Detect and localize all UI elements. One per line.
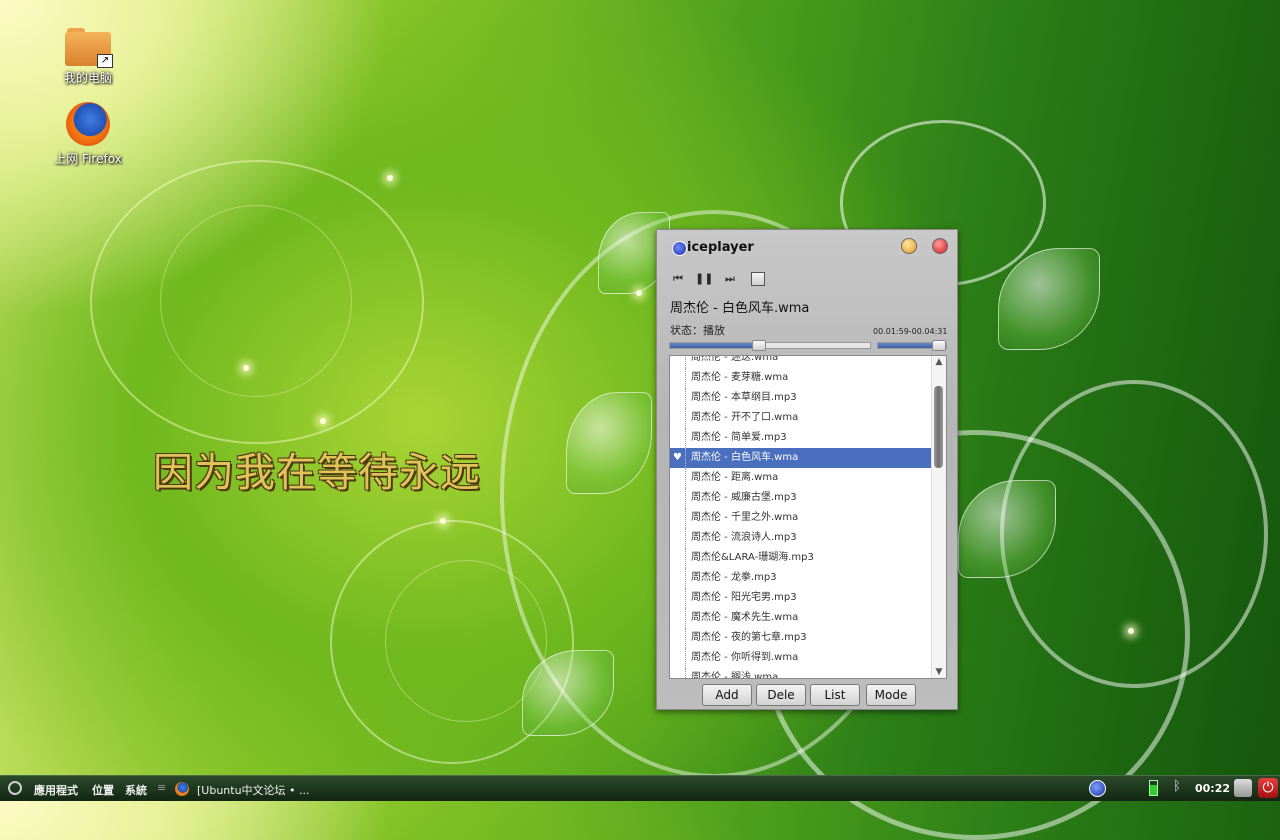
playlist-item-label: 周杰伦 - 夜的第七章.mp3: [691, 632, 807, 643]
decor-sparkle: [387, 175, 393, 181]
player-title: iceplayer: [687, 240, 754, 255]
menu-system[interactable]: 系統: [125, 782, 147, 798]
list-button[interactable]: List: [810, 684, 860, 706]
playlist-item[interactable]: 周杰伦 - 阳光宅男.mp3: [670, 588, 932, 608]
playlist-item-label: 周杰伦 - 本草纲目.mp3: [691, 392, 797, 403]
playlist-item-label: 周杰伦&LARA-珊瑚海.mp3: [691, 552, 814, 563]
seek-slider[interactable]: [669, 340, 871, 351]
playlist-item-label: 周杰伦 - 白色风车.wma: [691, 452, 799, 463]
menu-places[interactable]: 位置: [92, 782, 114, 798]
playlist-item[interactable]: 周杰伦 - 你听得到.wma: [670, 648, 932, 668]
volume-slider-handle[interactable]: [931, 340, 946, 351]
ubuntu-logo-icon[interactable]: [8, 781, 22, 795]
playlist-item-label: 周杰伦 - 迷迭.wma: [691, 355, 779, 363]
playlist-item-label: 周杰伦 - 阳光宅男.mp3: [691, 592, 797, 603]
scroll-up-arrow-icon[interactable]: ▲: [932, 356, 946, 368]
next-track-button[interactable]: ⏭: [721, 272, 739, 286]
playlist-item-label: 周杰伦 - 麦芽糖.wma: [691, 372, 789, 383]
now-playing-title: 周杰伦 - 白色风车.wma: [670, 301, 810, 316]
battery-icon[interactable]: [1149, 780, 1158, 796]
playlist-item[interactable]: 周杰伦 - 麦芽糖.wma: [670, 368, 932, 388]
desktop-icon-label: 我的电脑: [63, 71, 112, 85]
scrollbar-thumb[interactable]: [934, 386, 943, 468]
taskbar-separator: ≡: [157, 781, 167, 794]
playlist-item[interactable]: 周杰伦 - 魔术先生.wma: [670, 608, 932, 628]
playlist-buttons: Add Dele List Mode: [657, 684, 957, 706]
volume-slider-fill: [878, 343, 938, 348]
delete-button[interactable]: Dele: [756, 684, 806, 706]
minimize-button[interactable]: [901, 238, 917, 254]
decor-leaf: [522, 650, 614, 736]
decor-leaf: [998, 248, 1100, 350]
pause-button[interactable]: ❚❚: [695, 272, 713, 286]
menu-applications[interactable]: 應用程式: [34, 782, 78, 798]
playlist-item[interactable]: 周杰伦 - 夜的第七章.mp3: [670, 628, 932, 648]
folder-icon: ↗: [65, 28, 113, 68]
decor-sparkle: [636, 290, 642, 296]
decor-sparkle: [320, 418, 326, 424]
decor-sparkle: [1128, 628, 1134, 634]
decor-swirl: [90, 160, 424, 444]
firefox-launcher-icon[interactable]: [175, 782, 189, 796]
seek-slider-fill: [670, 343, 758, 348]
bluetooth-icon[interactable]: ᛒ: [1173, 779, 1181, 794]
decor-leaf: [566, 392, 652, 494]
playlist-item[interactable]: 周杰伦 - 开不了口.wma: [670, 408, 932, 428]
desktop-icon-firefox[interactable]: 上网 Firefox: [43, 102, 133, 167]
iceplayer-tray-icon[interactable]: [1089, 780, 1106, 797]
playlist-item[interactable]: 周杰伦 - 本草纲目.mp3: [670, 388, 932, 408]
power-icon[interactable]: ⏻: [1258, 778, 1278, 798]
playlist-item[interactable]: 周杰伦 - 流浪诗人.mp3: [670, 528, 932, 548]
taskbar-window-firefox[interactable]: [Ubuntu中文论坛 • ...: [197, 782, 310, 798]
playlist-scrollbar[interactable]: ▲ ▼: [931, 356, 946, 678]
playlist-item[interactable]: 周杰伦 - 龙拳.mp3: [670, 568, 932, 588]
playlist-item[interactable]: 周杰伦 - 距离.wma: [670, 468, 932, 488]
decor-sparkle: [440, 518, 446, 524]
desktop-icon-label: 上网 Firefox: [54, 152, 122, 166]
playlist-item-label: 周杰伦 - 威廉古堡.mp3: [691, 492, 797, 503]
playlist-item[interactable]: 周杰伦 - 迷迭.wma: [670, 355, 932, 368]
previous-track-button[interactable]: ⏮: [669, 272, 687, 286]
playlist-items: 周杰伦 - 迷迭.wma 周杰伦 - 麦芽糖.wma 周杰伦 - 本草纲目.mp3 周…: [670, 355, 932, 679]
close-button[interactable]: [932, 238, 948, 254]
iceplayer-window: iceplayer ⏮ ❚❚ ⏭ 周杰伦 - 白色风车.wma 状态：播放 00…: [656, 229, 958, 710]
playlist-item-label: 周杰伦 - 流浪诗人.mp3: [691, 532, 797, 543]
playlist-item[interactable]: 周杰伦 - 威廉古堡.mp3: [670, 488, 932, 508]
add-button[interactable]: Add: [702, 684, 752, 706]
playlist-item-label: 周杰伦 - 开不了口.wma: [691, 412, 799, 423]
clock[interactable]: 00:22: [1195, 782, 1230, 795]
time-readout: 00.01:59-00.04:31: [873, 327, 948, 336]
playlist-item-label: 周杰伦 - 千里之外.wma: [691, 512, 799, 523]
decor-sparkle: [243, 365, 249, 371]
playlist-item-label: 周杰伦 - 龙拳.mp3: [691, 572, 777, 583]
firefox-icon: [66, 102, 110, 146]
volume-slider[interactable]: [877, 340, 947, 351]
mode-button[interactable]: Mode: [866, 684, 916, 706]
desktop-icon-my-computer[interactable]: ↗ 我的电脑: [43, 28, 133, 86]
playlist-item[interactable]: 周杰伦 - 搁浅.wma: [670, 668, 932, 679]
decor-leaf: [958, 480, 1056, 578]
playlist-item-label: 周杰伦 - 距离.wma: [691, 472, 779, 483]
decor-swirl: [160, 205, 352, 397]
playback-status: 状态：播放: [670, 324, 725, 337]
iceplayer-logo-icon: [672, 241, 687, 256]
playlist-item-label: 周杰伦 - 简单爱.mp3: [691, 432, 787, 443]
user-switcher-icon[interactable]: [1234, 779, 1252, 797]
taskbar: 應用程式 位置 系統 ≡ [Ubuntu中文论坛 • ... ᛒ 00:22 ⏻: [0, 775, 1280, 801]
playlist-item[interactable]: ♥ 周杰伦 - 白色风车.wma: [670, 448, 932, 468]
playlist: 周杰伦 - 迷迭.wma 周杰伦 - 麦芽糖.wma 周杰伦 - 本草纲目.mp3 周…: [669, 355, 947, 679]
playlist-item-label: 周杰伦 - 搁浅.wma: [691, 672, 779, 679]
now-playing-heart-icon: ♥: [673, 452, 682, 463]
playlist-item-label: 周杰伦 - 魔术先生.wma: [691, 612, 799, 623]
scroll-down-arrow-icon[interactable]: ▼: [932, 666, 946, 678]
stop-button[interactable]: [751, 272, 765, 286]
playlist-item[interactable]: 周杰伦 - 千里之外.wma: [670, 508, 932, 528]
playlist-item[interactable]: 周杰伦&LARA-珊瑚海.mp3: [670, 548, 932, 568]
seek-slider-handle[interactable]: [752, 340, 766, 351]
player-titlebar[interactable]: iceplayer: [657, 230, 957, 264]
playlist-item-label: 周杰伦 - 你听得到.wma: [691, 652, 799, 663]
playlist-item[interactable]: 周杰伦 - 简单爱.mp3: [670, 428, 932, 448]
desktop-lyric: 因为我在等待永远: [153, 450, 481, 496]
